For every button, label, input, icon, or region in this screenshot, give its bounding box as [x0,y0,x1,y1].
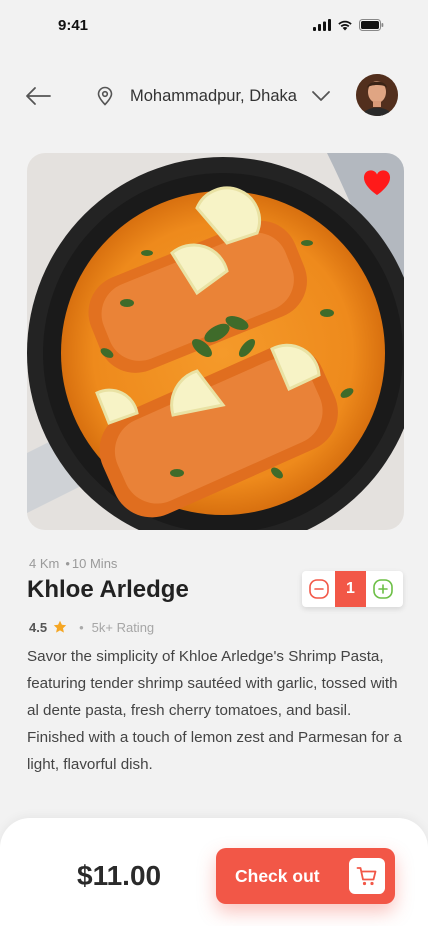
increase-button[interactable] [366,571,399,607]
battery-icon [359,19,384,31]
location-selector[interactable]: Mohammadpur, Dhaka [96,82,331,110]
checkout-label: Check out [235,866,320,886]
dish-illustration [27,153,404,530]
distance-label: 4 Km [29,556,60,571]
header: Mohammadpur, Dhaka [0,70,428,122]
decrease-button[interactable] [302,571,335,607]
rating-value: 4.5 [29,619,48,635]
status-bar: 9:41 [0,0,428,52]
checkout-button[interactable]: Check out [216,848,395,904]
cellular-signal-icon [313,19,331,31]
heart-icon [363,170,391,195]
cart-badge [349,858,385,894]
product-description: Savor the simplicity of Khloe Arledge's … [27,648,402,773]
quantity-stepper: 1 [302,571,403,607]
rating-row: 4.5 • 5k+ Rating [29,617,154,637]
delivery-meta: 4 Km 10 Mins [29,556,117,571]
rating-count: 5k+ Rating [91,619,155,635]
total-price: $11.00 [77,860,162,891]
wifi-icon [338,20,352,31]
checkout-panel: $11.00 Check out [0,818,428,926]
back-arrow-icon [26,87,51,105]
map-pin-icon [97,86,113,106]
avatar-image [356,74,398,116]
time-value: 10 Mins [71,556,118,571]
product-title: Khloe Arledge [27,576,189,603]
status-icons [313,19,384,31]
location-label: Mohammadpur, Dhaka [130,86,297,105]
rating-separator: • [79,619,84,635]
food-image [27,153,404,530]
status-time: 9:41 [58,17,89,34]
chevron-down-icon [312,91,330,101]
star-icon [53,620,67,633]
user-avatar[interactable] [356,74,398,116]
cart-icon [356,867,377,886]
back-button[interactable] [22,80,54,112]
time-label: 10 Mins [65,556,118,571]
favorite-button[interactable] [362,169,392,197]
minus-icon [308,579,329,599]
plus-icon [372,579,393,599]
quantity-value: 1 [335,571,366,607]
